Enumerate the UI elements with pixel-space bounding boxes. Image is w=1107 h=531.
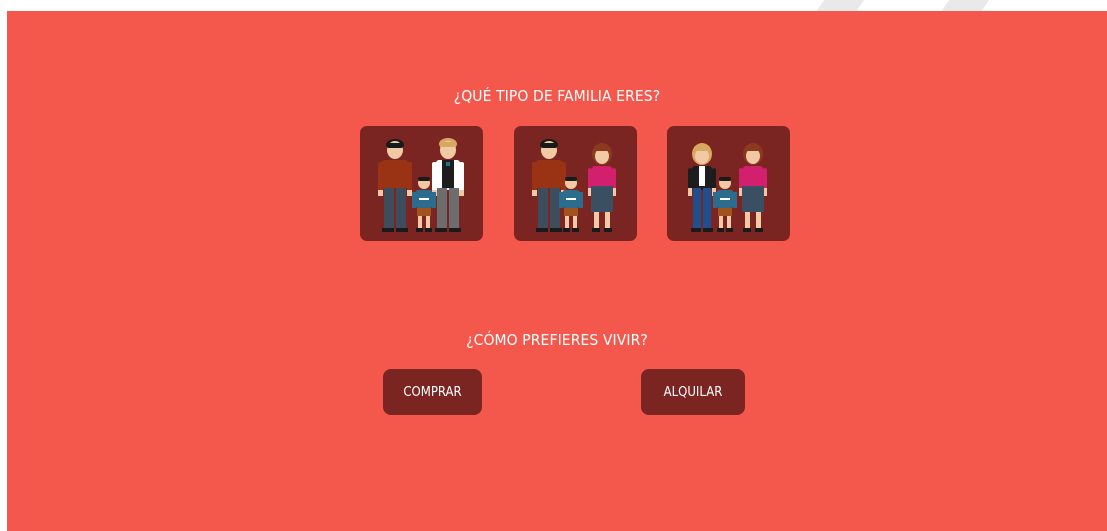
family-two-dads-icon <box>378 138 464 232</box>
rent-button[interactable]: ALQUILAR <box>641 369 745 415</box>
living-question-heading: ¿CÓMO PREFIERES VIVIR? <box>466 331 648 349</box>
family-question-heading: ¿QUÉ TIPO DE FAMILIA ERES? <box>453 87 661 105</box>
main-panel: ¿QUÉ TIPO DE FAMILIA ERES? ¿CÓMO PREFIER… <box>7 11 1107 531</box>
family-option-mom-dad[interactable] <box>514 126 637 241</box>
family-two-moms-icon <box>688 143 767 232</box>
family-mom-dad-icon <box>532 139 616 232</box>
family-option-two-moms[interactable] <box>667 126 790 241</box>
buy-button[interactable]: COMPRAR <box>383 369 482 415</box>
family-option-two-dads[interactable] <box>360 126 483 241</box>
